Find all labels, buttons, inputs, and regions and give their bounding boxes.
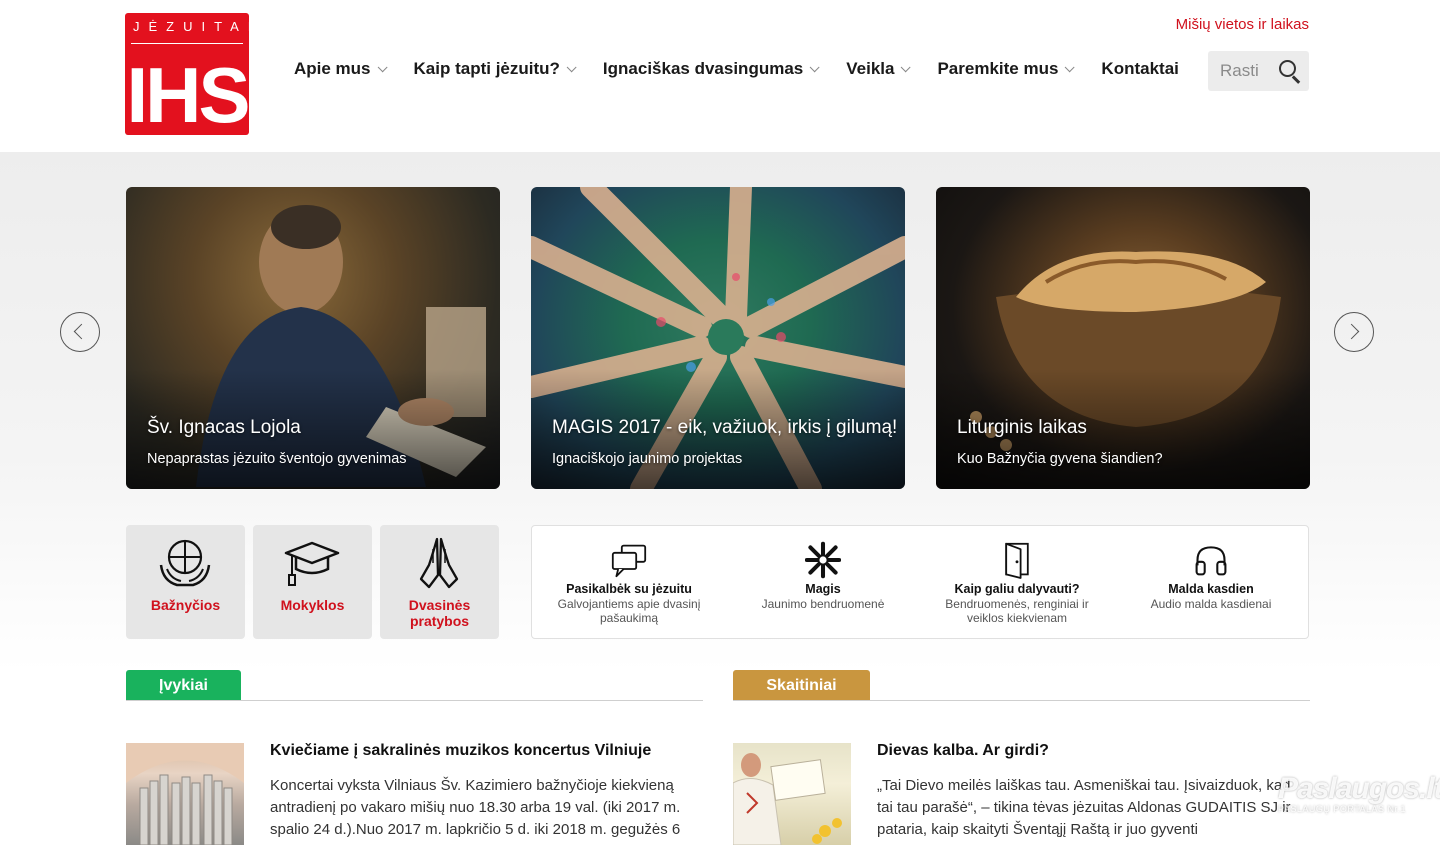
panel-title: Kaip galiu dalyvauti? xyxy=(954,582,1080,596)
chevron-right-icon[interactable] xyxy=(1334,312,1374,352)
paslaugos-watermark: Paslaugos.lt PASLAUGŲ PORTALAS Nr.1 xyxy=(1278,772,1440,814)
watermark-brand: Paslaugos.lt xyxy=(1278,772,1440,805)
slide-magis-2017[interactable]: MAGIS 2017 - eik, važiuok, irkis į gilum… xyxy=(531,187,905,489)
chevron-down-icon xyxy=(377,61,388,72)
priest-image[interactable] xyxy=(733,743,851,845)
chevron-down-icon xyxy=(809,61,820,72)
organ-image[interactable] xyxy=(126,743,244,845)
panel-subtitle: Audio malda kasdienai xyxy=(1150,597,1272,611)
chevron-left-icon[interactable] xyxy=(60,312,100,352)
logo-top-text: JĖZUITAI xyxy=(133,19,261,34)
logo-monogram: IHS xyxy=(126,51,250,139)
praying-hands-icon xyxy=(419,537,459,589)
tab-ivykiai[interactable]: Įvykiai xyxy=(126,670,241,701)
article-title[interactable]: Kviečiame į sakralinės muzikos koncertus… xyxy=(270,742,651,760)
panel-item-kaip-galiu-dalyvauti[interactable]: Kaip galiu dalyvauti? Bendruomenės, reng… xyxy=(920,526,1114,638)
article-excerpt: „Tai Dievo meilės laiškas tau. Asmeniška… xyxy=(877,777,1291,838)
panel-title: Pasikalbėk su jėzuitu xyxy=(566,582,692,596)
tile-label: Mokyklos xyxy=(280,597,345,613)
tile-label: Dvasinės pratybos xyxy=(408,597,471,629)
panel-item-magis[interactable]: Magis Jaunimo bendruomenė xyxy=(726,526,920,638)
section-divider xyxy=(733,700,1310,701)
quick-links-panel: Pasikalbėk su jėzuitu Galvojantiems apie… xyxy=(531,525,1309,639)
section-divider xyxy=(126,700,703,701)
main-content: Šv. Ignacas Lojola Nepaprastas jėzuito š… xyxy=(0,152,1440,845)
slide-subtitle: Nepaprastas jėzuito šventojo gyvenimas xyxy=(147,451,407,467)
logo-divider xyxy=(131,43,243,44)
tile-label: Bažnyčios xyxy=(150,597,221,613)
slide-title: Liturginis laikas xyxy=(957,417,1087,438)
open-door-icon xyxy=(1005,542,1029,579)
watermark-tagline: PASLAUGŲ PORTALAS Nr.1 xyxy=(1278,804,1407,814)
priest-reading-image xyxy=(733,753,842,845)
chevron-down-icon xyxy=(1065,61,1075,72)
nav-item-paremkite-mus[interactable]: Paremkite mus xyxy=(937,58,1075,80)
nav-label: Ignaciškas dvasingumas xyxy=(602,59,804,78)
nav-item-ignaciskas-dvasingumas[interactable]: Ignaciškas dvasingumas xyxy=(602,58,820,80)
slide-title: MAGIS 2017 - eik, važiuok, irkis į gilum… xyxy=(552,417,898,438)
jezuitai-logo[interactable]: JĖZUITAI IHS xyxy=(125,13,261,139)
tile-mokyklos[interactable]: Mokyklos xyxy=(253,525,372,639)
tab-skaitiniai[interactable]: Skaitiniai xyxy=(733,670,870,701)
tile-baznycios[interactable]: Bažnyčios xyxy=(126,525,245,639)
nav-item-apie-mus[interactable]: Apie mus xyxy=(294,58,388,80)
chevron-down-icon xyxy=(566,61,577,72)
panel-title: Malda kasdien xyxy=(1168,582,1254,596)
globe-hands-icon xyxy=(159,539,211,587)
nav-label: Paremkite mus xyxy=(937,59,1059,78)
graduation-cap-icon xyxy=(284,541,340,586)
headphones-icon xyxy=(1195,546,1227,576)
slide-liturginis-laikas[interactable]: Liturginis laikas Kuo Bažnyčia gyvena ši… xyxy=(936,187,1310,489)
panel-subtitle: Bendruomenės, renginiai ir veiklos kiekv… xyxy=(945,597,1089,625)
search-input[interactable] xyxy=(1208,51,1274,91)
panel-item-pasikalbek[interactable]: Pasikalbėk su jėzuitu Galvojantiems apie… xyxy=(532,526,726,638)
nav-item-kaip-tapti-jezuitu[interactable]: Kaip tapti jėzuitu? xyxy=(413,58,577,80)
panel-item-malda-kasdien[interactable]: Malda kasdien Audio malda kasdienai xyxy=(1114,526,1308,638)
nav-label: Kaip tapti jėzuitu? xyxy=(413,59,560,78)
nav-label: Kontaktai xyxy=(1101,59,1179,78)
site-header: JĖZUITAI IHS Apie mus Kaip tapti jėzuitu… xyxy=(0,0,1440,152)
organ-pipes-image xyxy=(126,743,244,845)
search-box xyxy=(1208,51,1309,91)
slide-ignacas-lojola[interactable]: Šv. Ignacas Lojola Nepaprastas jėzuito š… xyxy=(126,187,500,489)
mass-times-link[interactable]: Mišių vietos ir laikas xyxy=(1176,16,1309,33)
nav-item-kontaktai[interactable]: Kontaktai xyxy=(1101,58,1178,80)
article-title[interactable]: Dievas kalba. Ar girdi? xyxy=(877,742,1049,760)
magis-hands-icon xyxy=(805,541,841,579)
nav-item-veikla[interactable]: Veikla xyxy=(846,58,912,80)
slide-subtitle: Ignaciškojo jaunimo projektas xyxy=(552,451,743,467)
panel-title: Magis xyxy=(805,582,841,596)
search-icon[interactable] xyxy=(1277,58,1303,84)
chevron-down-icon xyxy=(901,61,912,72)
tile-dvasines-pratybos[interactable]: Dvasinės pratybos xyxy=(380,525,499,639)
article-excerpt: Koncertai vyksta Vilniaus Šv. Kazimiero … xyxy=(270,777,681,838)
panel-subtitle: Jaunimo bendruomenė xyxy=(761,597,885,611)
panel-subtitle: Galvojantiems apie dvasinį pašaukimą xyxy=(557,597,701,625)
nav-label: Apie mus xyxy=(294,59,371,78)
slide-subtitle: Kuo Bažnyčia gyvena šiandien? xyxy=(957,451,1163,467)
chat-bubbles-icon xyxy=(611,544,647,578)
slide-title: Šv. Ignacas Lojola xyxy=(147,417,301,438)
nav-label: Veikla xyxy=(846,59,895,78)
main-nav: Apie mus Kaip tapti jėzuitu? Ignaciškas … xyxy=(294,58,1209,80)
